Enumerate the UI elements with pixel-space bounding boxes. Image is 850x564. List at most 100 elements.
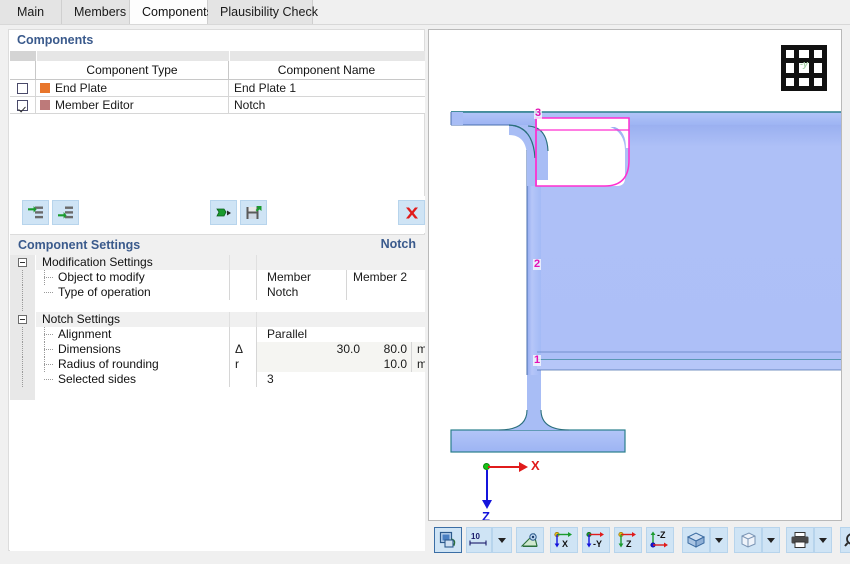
settings-spacer-fill [36,387,425,400]
radius-value-group[interactable]: 10.0 mm [257,357,425,372]
settings-row[interactable]: Alignment Parallel [10,327,425,342]
tab-bar-underline [0,24,850,25]
tree-gutter [10,357,36,372]
color-swatch-icon [40,83,50,93]
view-z-icon: Z [618,531,636,549]
column-header-component-name[interactable]: Component Name [229,61,424,79]
display-mode-dropdown[interactable] [710,527,728,553]
insert-row-below-button[interactable] [52,200,79,225]
node-label-2: 2 [533,258,542,270]
grid-spacing-value-group: 10 [468,531,490,549]
render-toggle-icon [439,531,456,548]
row-component-name-cell[interactable]: End Plate 1 [229,80,424,96]
tree-gutter [10,342,36,357]
wireframe-mode-dropdown[interactable] [762,527,780,553]
checkbox-checked-icon[interactable] [17,99,28,111]
table-row[interactable]: Member Editor Notch [10,97,425,114]
settings-row-label: Radius of rounding [36,357,229,372]
settings-row-value[interactable]: Member Member 2 [257,270,425,285]
tab-bar: Main Members Components Plausibility Che… [0,0,850,25]
collapse-icon[interactable] [18,258,27,267]
tab-components[interactable]: Components [130,0,213,24]
dimension-value-1[interactable]: 30.0 [257,342,365,357]
resize-handle-type[interactable] [37,51,230,61]
settings-row-value[interactable]: 30.0 80.0 mm [257,342,425,357]
settings-row-value-primary[interactable]: Notch [262,285,347,300]
print-dropdown[interactable] [814,527,832,553]
settings-row[interactable]: Selected sides 3 [10,372,425,387]
settings-row-value-text[interactable]: Parallel [262,327,425,342]
tree-gutter [10,327,36,342]
table-row[interactable]: End Plate End Plate 1 [10,80,425,97]
row-component-type-cell[interactable]: Member Editor [36,97,229,113]
dimension-value-2[interactable]: 80.0 [365,342,411,357]
column-header-component-type[interactable]: Component Type [36,61,229,79]
navigation-cube-label: -y [799,59,808,69]
settings-spacer-fill [36,300,425,312]
tab-main[interactable]: Main [0,0,62,24]
settings-row[interactable]: Radius of rounding r 10.0 mm [10,357,425,372]
tree-gutter [10,387,36,400]
navigation-cube[interactable]: -y [781,45,827,91]
settings-row-value[interactable]: Parallel [257,327,425,342]
settings-group-header[interactable]: Notch Settings [10,312,425,327]
viewport-canvas[interactable]: 3 2 1 -y X Z [429,30,841,520]
grid-spacing-field[interactable]: 10 [466,527,492,553]
dimension-value-group[interactable]: 30.0 80.0 mm [257,342,425,357]
color-swatch-icon [40,100,50,110]
print-button[interactable] [786,527,814,553]
resize-handle-name[interactable] [230,51,425,61]
view-minus-y-button[interactable]: -Y [582,527,610,553]
render-toggle-button[interactable] [434,527,462,553]
svg-text:Z: Z [626,539,632,549]
settings-group-header[interactable]: Modification Settings [10,255,425,270]
view-minus-z-button[interactable]: -Z [646,527,674,553]
settings-row-value[interactable]: 10.0 mm [257,357,425,372]
settings-spacer [10,300,425,312]
reset-zoom-button[interactable] [840,527,850,553]
display-mode-button[interactable] [682,527,710,553]
beam-fillet-bottom [499,375,569,430]
view-z-button[interactable]: Z [614,527,642,553]
view-x-button[interactable]: X [550,527,578,553]
column-header-check[interactable] [10,61,36,79]
settings-group-value [257,255,425,270]
settings-row[interactable]: Dimensions Δ 30.0 80.0 mm [10,342,425,357]
delete-component-button[interactable] [398,200,425,225]
settings-tree: Modification Settings Object to modify M… [10,255,425,551]
grid-spacing-dropdown[interactable] [492,527,512,553]
row-checkbox-cell[interactable] [10,80,36,96]
svg-text:-Z: -Z [657,531,666,540]
insert-row-above-button[interactable] [22,200,49,225]
wireframe-mode-button[interactable] [734,527,762,553]
checkbox-unchecked-icon[interactable] [17,82,28,94]
settings-row[interactable]: Object to modify Member Member 2 [10,270,425,285]
radius-value[interactable]: 10.0 [365,357,411,372]
row-checkbox-cell[interactable] [10,97,36,113]
row-component-type-label: Member Editor [55,98,134,112]
row-component-name-cell[interactable]: Notch [229,97,424,113]
column-resize-strip[interactable] [10,51,425,61]
resize-handle-check[interactable] [10,51,37,61]
settings-row-label-text: Type of operation [58,285,151,299]
tab-plausibility-check[interactable]: Plausibility Check [208,0,318,24]
tab-members[interactable]: Members [62,0,130,24]
settings-row-value-text[interactable]: 3 [262,372,425,387]
node-label-1: 1 [533,354,542,366]
save-component-button[interactable] [240,200,267,225]
tree-line [22,357,23,372]
settings-row-value-primary[interactable]: Member [262,270,347,285]
settings-row-value-secondary[interactable]: Member 2 [347,270,425,285]
settings-row-value[interactable]: Notch [257,285,425,300]
model-viewport[interactable]: 3 2 1 -y X Z [428,29,842,521]
settings-row-value[interactable]: 3 [257,372,425,387]
row-component-type-cell[interactable]: End Plate [36,80,229,96]
import-component-button[interactable] [210,200,237,225]
settings-row[interactable]: Type of operation Notch [10,285,425,300]
collapse-icon[interactable] [18,315,27,324]
measure-button[interactable] [516,527,544,553]
dimension-unit: mm [411,342,425,357]
tree-gutter [10,285,36,300]
application-window: Main Members Components Plausibility Che… [0,0,850,564]
left-panel: Components Component Type Component Name… [8,29,425,551]
